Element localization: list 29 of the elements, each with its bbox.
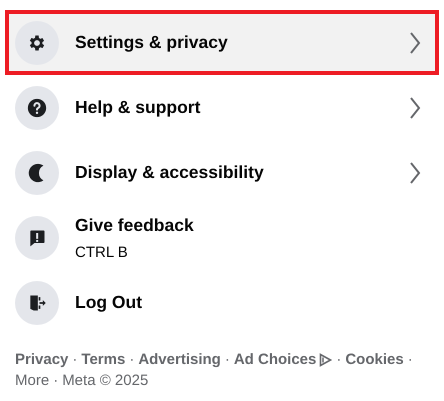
moon-icon xyxy=(15,150,59,194)
menu-item[interactable]: Display & accessibility xyxy=(5,140,439,205)
footer-link[interactable]: Cookies xyxy=(345,349,404,370)
menu-item[interactable]: Help & support xyxy=(5,75,439,140)
footer-link[interactable]: Ad Choices xyxy=(234,349,316,370)
question-mark-icon xyxy=(15,86,59,130)
menu-label: Give feedback xyxy=(75,214,195,236)
separator-dot: · xyxy=(224,350,230,370)
separator-dot: · xyxy=(53,371,58,391)
footer-link[interactable]: Advertising xyxy=(138,349,221,370)
footer-link[interactable]: More xyxy=(15,370,50,391)
separator-dot: · xyxy=(129,350,134,370)
menu-label: Log Out xyxy=(75,292,144,313)
separator-dot: · xyxy=(72,350,78,370)
menu-label: Help & support xyxy=(75,97,202,118)
menu-label: Display & accessibility xyxy=(75,162,265,183)
separator-dot: · xyxy=(408,350,413,370)
menu-item[interactable]: Log Out xyxy=(5,270,439,335)
menu-item[interactable]: Give feedback CTRL B xyxy=(5,205,439,270)
shortcut-text: CTRL B xyxy=(75,244,129,260)
separator-dot: · xyxy=(336,350,342,370)
footer-link[interactable]: Privacy xyxy=(15,349,68,370)
feedback-icon xyxy=(15,216,59,260)
gear-icon xyxy=(15,20,59,64)
menu-item[interactable]: Settings & privacy xyxy=(5,10,439,75)
menu-label: Settings & privacy xyxy=(75,32,229,53)
footer-link[interactable]: Terms xyxy=(81,349,126,370)
door-exit-icon xyxy=(15,280,59,324)
footer-link[interactable]: Meta © 2025 xyxy=(62,370,148,391)
